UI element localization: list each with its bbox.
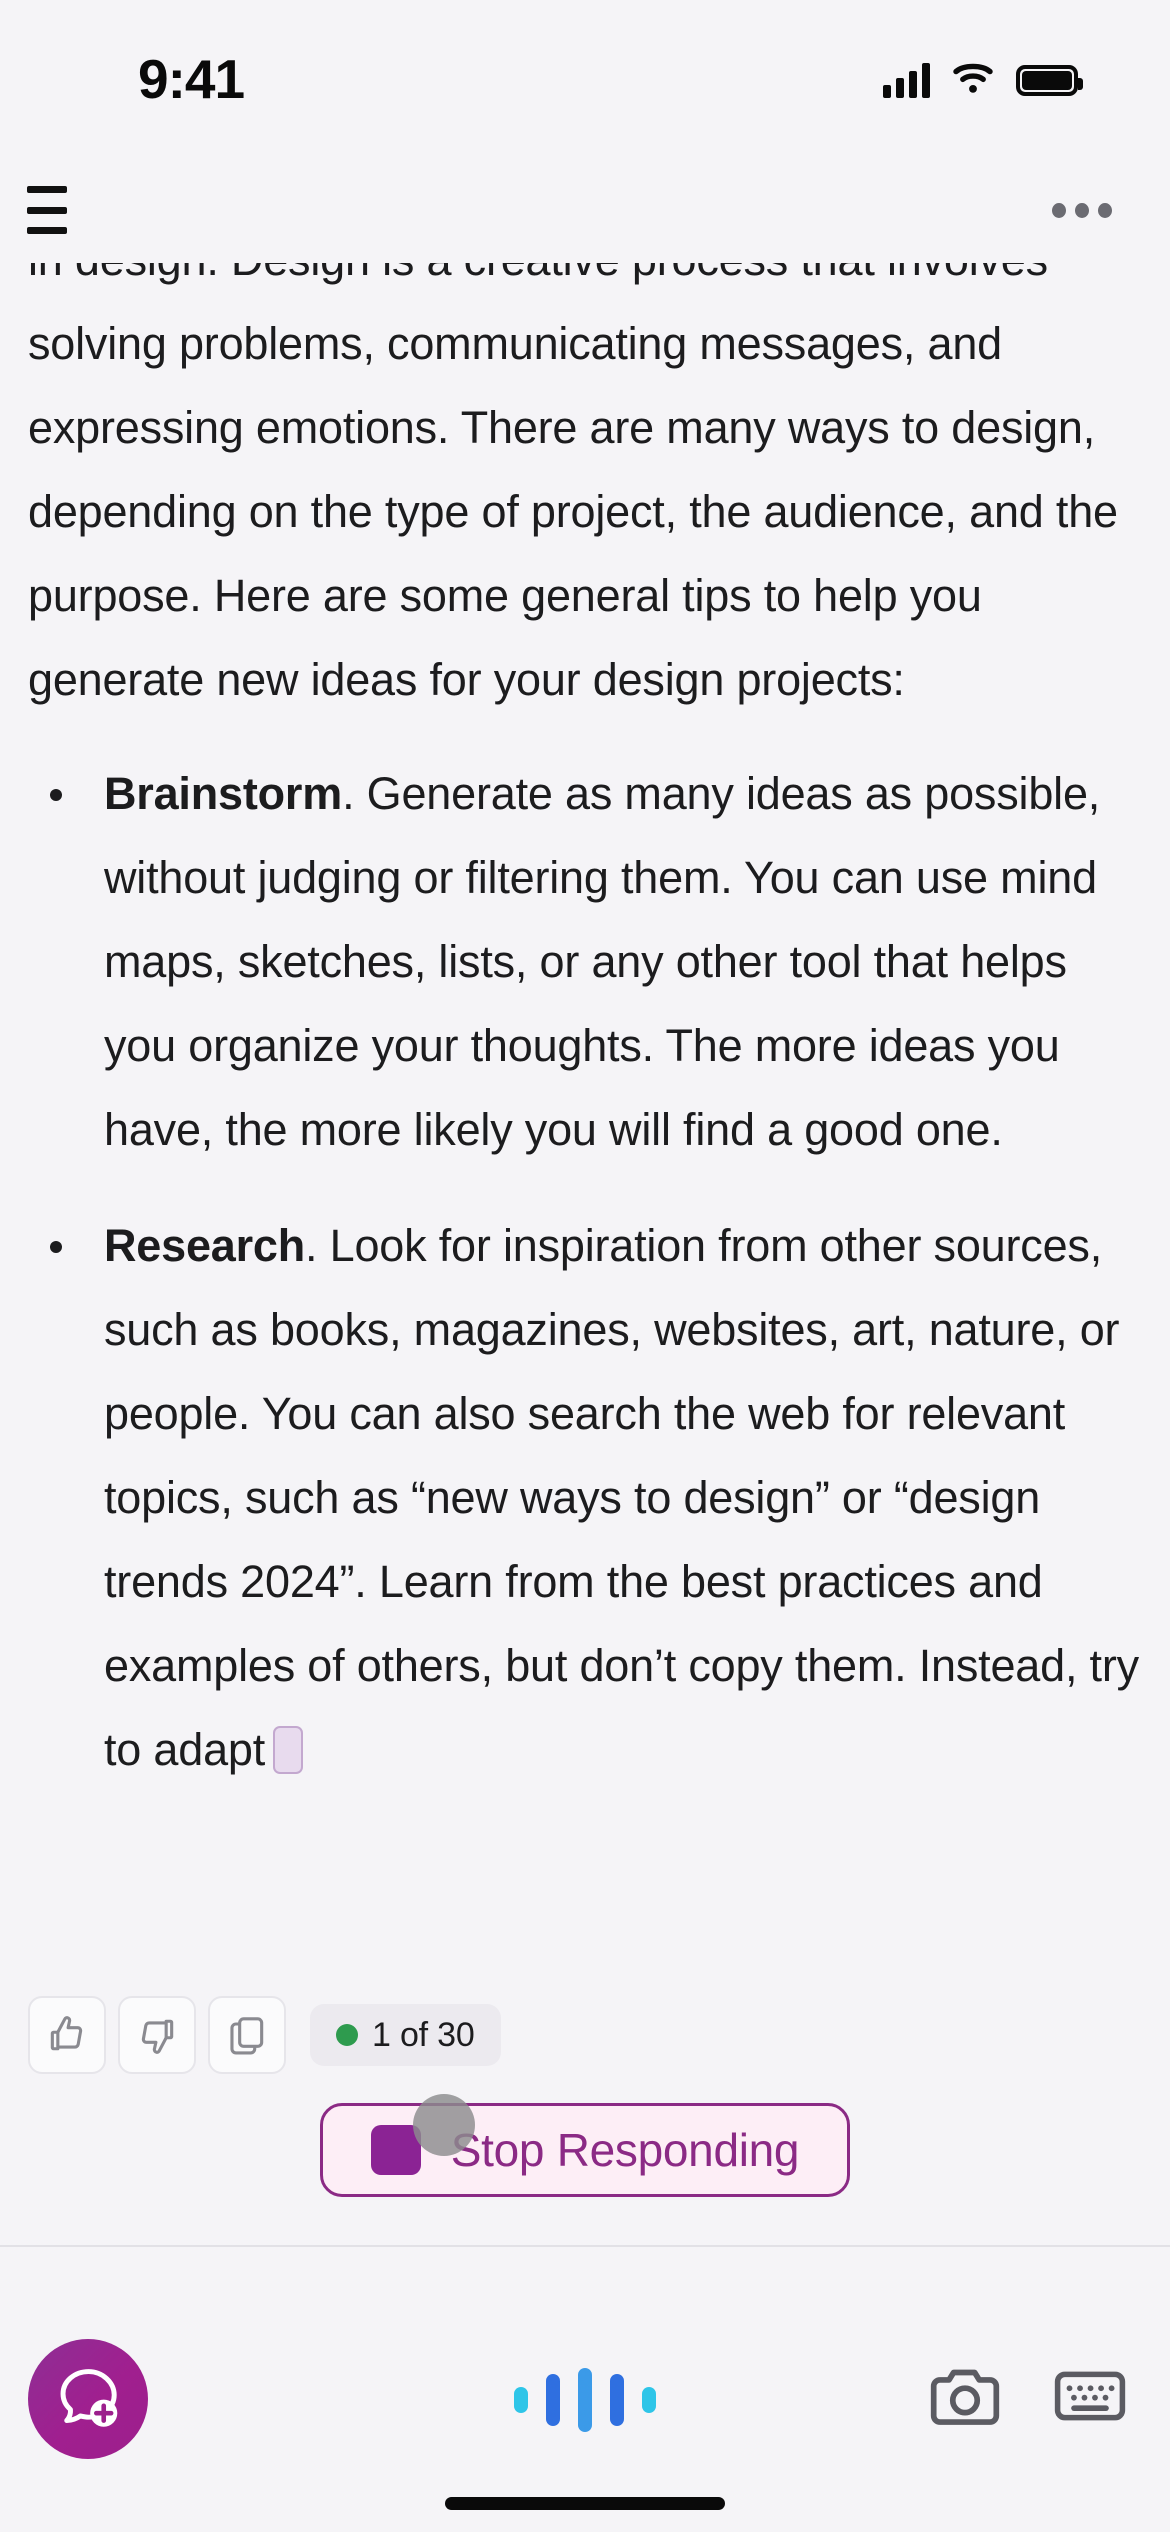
waveform-bar (578, 2368, 592, 2432)
menu-line (27, 227, 67, 234)
status-bar: 9:41 (0, 0, 1170, 150)
more-dot (1075, 202, 1089, 218)
page-counter-pill: 1 of 30 (310, 2004, 501, 2066)
keyboard-icon[interactable] (1054, 2367, 1126, 2425)
status-bar-time: 9:41 (138, 48, 245, 110)
list-item: Brainstorm. Generate as many ideas as po… (28, 752, 1142, 1172)
waveform-bar (642, 2387, 656, 2413)
waveform-bar (610, 2374, 624, 2426)
home-indicator (445, 2497, 725, 2510)
new-chat-bubble-plus-icon[interactable] (28, 2339, 148, 2459)
phone-screen: 9:41 in design. De (0, 0, 1170, 2532)
message-action-row: 1 of 30 (28, 1996, 501, 2074)
stop-responding-container: Stop Responding (0, 2094, 1170, 2197)
menu-line (27, 206, 67, 214)
assistant-message: in design. Design is a creative process … (0, 263, 1170, 1792)
thumbs-up-icon[interactable] (28, 1996, 106, 2074)
more-dot (1098, 202, 1112, 218)
intro-paragraph: in design. Design is a creative process … (28, 263, 1118, 705)
status-dot (336, 2024, 358, 2046)
hamburger-menu-icon[interactable] (27, 180, 97, 240)
tips-bullet-list: Brainstorm. Generate as many ideas as po… (28, 752, 1142, 1792)
camera-icon[interactable] (928, 2365, 1002, 2429)
cellular-bars-icon (883, 62, 930, 98)
stop-responding-label: Stop Responding (450, 2124, 800, 2176)
message-scroll-area[interactable]: in design. Design is a creative process … (0, 263, 1170, 1970)
streaming-caret (273, 1726, 304, 1774)
menu-line (27, 186, 67, 193)
bullet-text: . Look for inspiration from other source… (104, 1220, 1139, 1775)
thumbs-down-icon[interactable] (118, 1996, 196, 2074)
nav-bar (0, 155, 1170, 265)
battery-full-icon (1016, 64, 1083, 96)
copy-icon[interactable] (208, 1996, 286, 2074)
bullet-term: Research (104, 1220, 306, 1271)
bullet-term: Brainstorm (104, 768, 343, 819)
more-options-icon[interactable] (1050, 202, 1130, 218)
page-counter-label: 1 of 30 (372, 2015, 475, 2054)
stop-square-icon (370, 2125, 421, 2175)
status-bar-icons (883, 61, 1083, 100)
bullet-text: . Generate as many ideas as possible, wi… (104, 768, 1101, 1155)
stop-responding-button[interactable]: Stop Responding (319, 2094, 851, 2197)
wifi-icon (952, 61, 994, 100)
list-item: Research. Look for inspiration from othe… (28, 1204, 1142, 1792)
more-dot (1052, 202, 1066, 218)
bottom-toolbar (0, 2247, 1170, 2532)
waveform-bar (546, 2374, 560, 2426)
waveform-bar (514, 2387, 528, 2413)
